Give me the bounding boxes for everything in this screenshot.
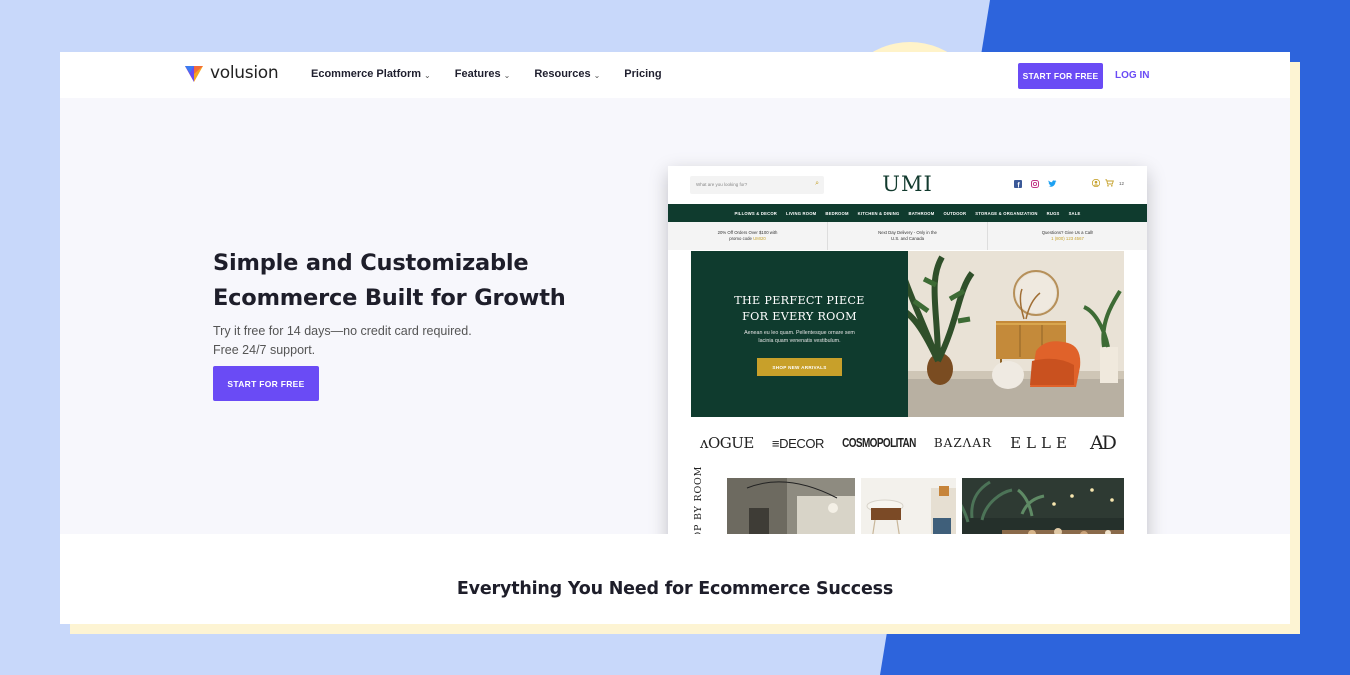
main-menu: Ecommerce Platform ⌄ Features ⌄ Resource… <box>311 68 662 80</box>
press-logos: ʌOGUE ≡DECOR COSMOPOLITAN BAZΛAR ELLE AD <box>691 428 1124 458</box>
info-line: promo code <box>729 235 754 241</box>
elle-logo: ELLE <box>1010 434 1072 452</box>
store-promo-info: 20% Off Orders Over $100 with promo code… <box>668 222 828 250</box>
user-icon <box>1092 179 1100 187</box>
phone-number: 1 (800) 123 4567 <box>1051 235 1084 241</box>
vogue-logo: ʌOGUE <box>700 434 754 452</box>
store-category: SALE <box>1068 210 1081 216</box>
volusion-logo-icon <box>185 66 203 82</box>
store-hero-banner: THE PERFECT PIECE FOR EVERY ROOM Aenean … <box>691 251 908 417</box>
login-link[interactable]: LOG IN <box>1115 70 1149 81</box>
nav-item-label: Ecommerce Platform <box>311 68 422 80</box>
section-title: Everything You Need for Ecommerce Succes… <box>456 579 894 599</box>
top-navigation: volusion Ecommerce Platform ⌄ Features ⌄… <box>60 52 1290 98</box>
banner-text-line: lacinia quam venenatis vestibulum. <box>758 338 841 344</box>
nav-item-label: Pricing <box>624 68 662 80</box>
store-phone-info: Questions? Give Us a Call! 1 (800) 123 4… <box>988 222 1147 250</box>
store-category: OUTDOOR <box>943 210 967 216</box>
elle-decor-logo: ≡DECOR <box>771 435 825 451</box>
chevron-down-icon: ⌄ <box>503 70 511 80</box>
start-for-free-hero-button[interactable]: START FOR FREE <box>213 366 319 401</box>
ad-logo: AD <box>1089 432 1117 454</box>
living-room-photo <box>908 251 1124 417</box>
search-icon: ⌕ <box>815 180 819 187</box>
chevron-down-icon: ⌄ <box>593 70 601 80</box>
nav-features[interactable]: Features ⌄ <box>455 68 511 80</box>
hero-title-line-1: Simple and Customizable <box>213 250 529 276</box>
store-category: LIVING ROOM <box>786 210 817 216</box>
store-category: RUGS <box>1046 210 1060 216</box>
store-category: BEDROOM <box>825 210 849 216</box>
store-delivery-info: Next Day Delivery - Only in the U.S. and… <box>828 222 988 250</box>
features-section: Everything You Need for Ecommerce Succes… <box>60 534 1290 624</box>
store-preview-image: What are you looking for? ⌕ UMI f 12 PIL… <box>668 166 1147 556</box>
website-screenshot: volusion Ecommerce Platform ⌄ Features ⌄… <box>60 52 1290 624</box>
nav-ecommerce-platform[interactable]: Ecommerce Platform ⌄ <box>311 68 431 80</box>
store-banner-text: Aenean eu leo quam. Pellentesque ornare … <box>691 329 908 345</box>
cosmopolitan-logo: COSMOPOLITAN <box>842 435 916 451</box>
store-account-cart: 12 <box>1092 179 1124 187</box>
promo-code: UMI20 <box>753 235 766 241</box>
hero-subtitle-line-1: Try it free for 14 days—no credit card r… <box>213 324 472 338</box>
brand-name: volusion <box>210 63 279 83</box>
instagram-icon <box>1031 180 1039 188</box>
store-search-field: What are you looking for? ⌕ <box>690 176 824 194</box>
nav-item-label: Resources <box>534 68 591 80</box>
banner-title-line: FOR EVERY ROOM <box>742 310 857 323</box>
info-line: U.S. and Canada <box>891 235 924 241</box>
hero-section: Simple and Customizable Ecommerce Built … <box>60 98 1290 556</box>
store-category: KITCHEN & DINING <box>857 210 900 216</box>
store-category: STORAGE & ORGANIZATION <box>975 210 1038 216</box>
bazaar-logo: BAZΛAR <box>933 436 993 450</box>
twitter-icon <box>1048 180 1057 187</box>
hero-subtitle: Try it free for 14 days—no credit card r… <box>213 322 472 359</box>
hero-subtitle-line-2: Free 24/7 support. <box>213 342 316 357</box>
store-category-bar: PILLOWS & DECOR LIVING ROOM BEDROOM KITC… <box>668 204 1147 222</box>
store-search-placeholder: What are you looking for? <box>696 182 748 187</box>
facebook-icon: f <box>1014 180 1022 188</box>
store-banner-title: THE PERFECT PIECE FOR EVERY ROOM <box>691 293 908 325</box>
cart-icon <box>1105 179 1114 187</box>
hero-title: Simple and Customizable Ecommerce Built … <box>213 246 566 316</box>
chevron-down-icon: ⌄ <box>424 70 431 80</box>
store-category: BATHROOM <box>908 210 935 216</box>
volusion-logo[interactable]: volusion <box>184 63 279 83</box>
nav-resources[interactable]: Resources ⌄ <box>534 68 600 80</box>
start-for-free-nav-button[interactable]: START FOR FREE <box>1018 63 1103 89</box>
banner-title-line: THE PERFECT PIECE <box>734 294 865 307</box>
store-social-icons: f <box>1014 180 1057 188</box>
cart-count: 12 <box>1119 180 1125 186</box>
store-info-bar: 20% Off Orders Over $100 with promo code… <box>668 222 1147 250</box>
hero-title-line-2: Ecommerce Built for Growth <box>213 285 566 311</box>
nav-item-label: Features <box>454 68 501 80</box>
banner-text-line: Aenean eu leo quam. Pellentesque ornare … <box>744 330 855 336</box>
shop-new-arrivals-button: SHOP NEW ARRIVALS <box>757 358 842 376</box>
nav-pricing[interactable]: Pricing <box>624 68 661 80</box>
store-category: PILLOWS & DECOR <box>734 210 778 216</box>
